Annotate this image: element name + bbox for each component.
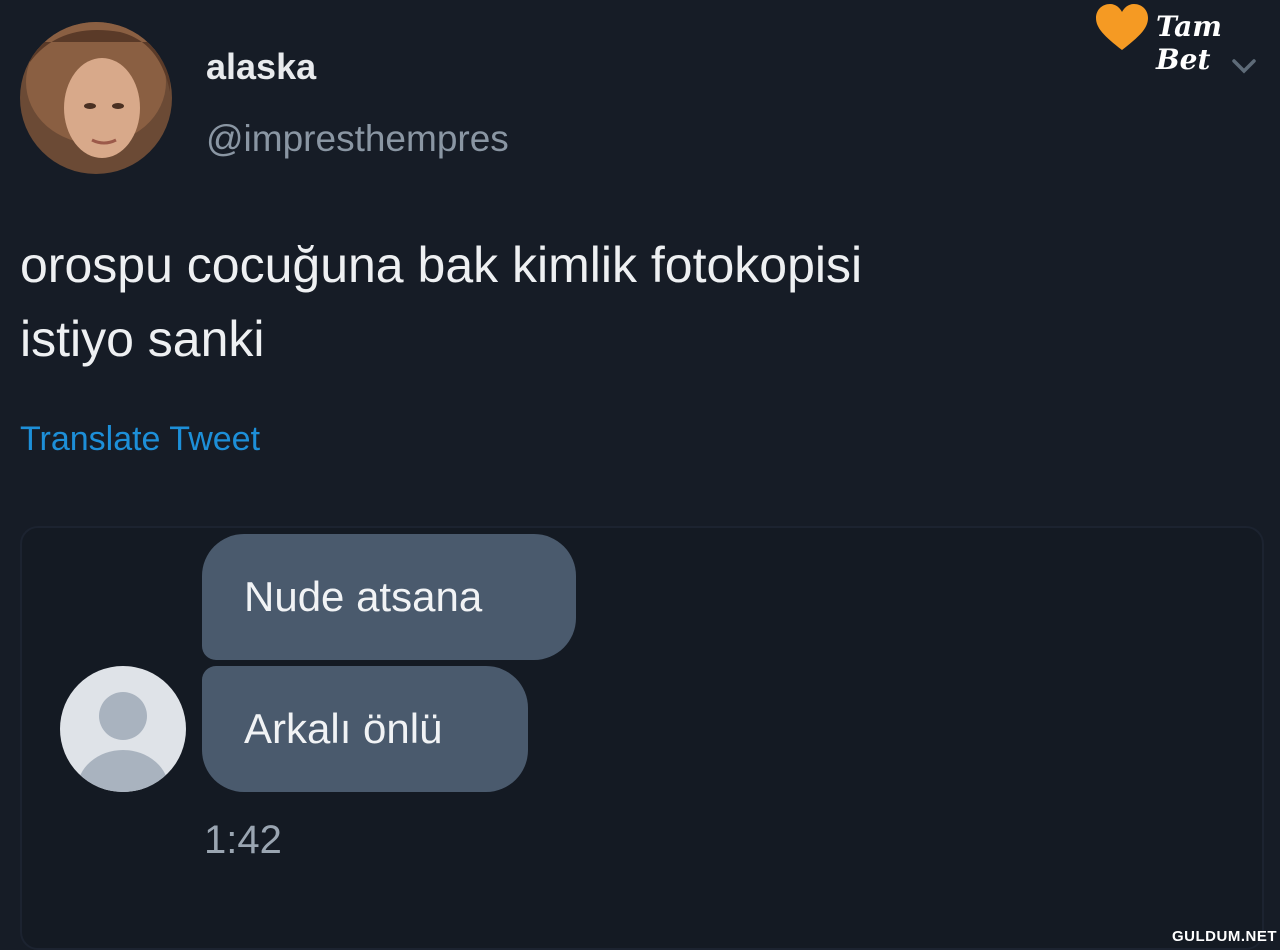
watermark: GULDUM.NET <box>1172 928 1277 945</box>
translate-tweet-link[interactable]: Translate Tweet <box>20 420 260 459</box>
profile-photo <box>20 22 172 174</box>
tweet-text-line: istiyo sanki <box>20 311 265 367</box>
chat-message-text: Nude atsana <box>244 573 483 620</box>
user-handle[interactable]: @impresthempres <box>206 118 509 160</box>
message-timestamp: 1:42 <box>204 818 282 862</box>
user-icon <box>60 666 186 792</box>
chat-bubble: Nude atsana <box>202 534 576 660</box>
brand-logo-text: Tam Bet <box>1156 10 1222 76</box>
tweet-text: orospu cocuğuna bak kimlik fotokopisi is… <box>20 228 1220 376</box>
tweet-text-line: orospu cocuğuna bak kimlik fotokopisi <box>20 237 863 293</box>
display-name[interactable]: alaska <box>206 46 316 88</box>
profile-avatar[interactable] <box>20 22 172 174</box>
chat-message-text: Arkalı önlü <box>244 705 443 752</box>
chat-bubble: Arkalı önlü <box>202 666 528 792</box>
